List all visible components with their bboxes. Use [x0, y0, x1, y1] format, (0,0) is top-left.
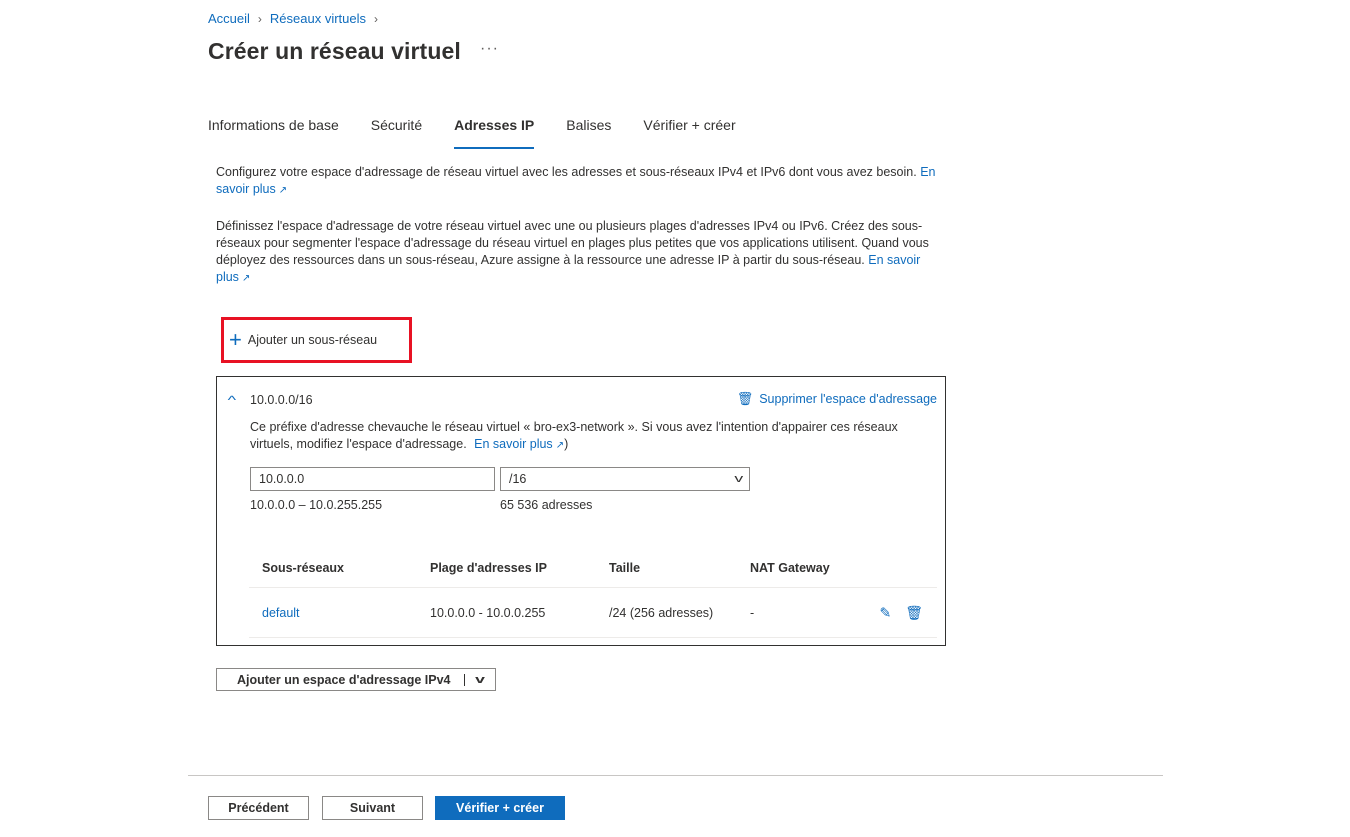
address-range: 10.0.0.0 – 10.0.255.255 [250, 498, 383, 512]
address-space-card: ^ 10.0.0.0/16 🗑 Supprimer l'espace d'adr… [216, 376, 946, 646]
external-link-icon: ↗ [278, 185, 288, 196]
row-actions: ✎ 🗑 [879, 604, 923, 621]
subnet-size: /24 (256 adresses) [609, 605, 714, 620]
trash-icon[interactable]: 🗑 [905, 604, 923, 621]
breadcrumb: Accueil › Réseaux virtuels › [208, 11, 386, 26]
chevron-down-icon[interactable]: v [456, 674, 504, 686]
plus-icon: + [229, 327, 242, 352]
subnet-table: Sous-réseaux Plage d'adresses IP Taille … [249, 549, 937, 638]
ip-address-input[interactable]: 10.0.0.0 [250, 467, 495, 491]
add-subnet-label: Ajouter un sous-réseau [247, 333, 378, 347]
column-header: NAT Gateway [750, 561, 830, 575]
chevron-down-icon: v [733, 473, 743, 485]
address-count: 65 536 adresses [500, 498, 593, 512]
prefix-select[interactable]: /16 v [500, 467, 750, 491]
delete-address-space-button[interactable]: 🗑 Supprimer l'espace d'adressage [737, 391, 937, 407]
address-space-label: 10.0.0.0/16 [250, 393, 313, 407]
tab-ip-addresses[interactable]: Adresses IP [454, 117, 535, 149]
intro-paragraph-2: Définissez l'espace d'adressage de votre… [216, 218, 946, 287]
tab-basics[interactable]: Informations de base [208, 117, 339, 149]
column-header: Sous-réseaux [262, 561, 344, 575]
add-subnet-button[interactable]: + Ajouter un sous-réseau [221, 317, 412, 363]
tab-tags[interactable]: Balises [566, 117, 611, 149]
intro-paragraph-1: Configurez votre espace d'adressage de r… [216, 164, 946, 199]
add-ipv4-label: Ajouter un espace d'adressage IPv4 [237, 672, 451, 687]
edit-pencil-icon[interactable]: ✎ [879, 604, 891, 621]
column-header: Plage d'adresses IP [430, 561, 547, 575]
trash-icon: 🗑 [736, 391, 754, 406]
page-title: Créer un réseau virtuel [208, 38, 461, 64]
more-options-icon[interactable]: ··· [480, 40, 499, 58]
tab-review-create[interactable]: Vérifier + créer [643, 117, 735, 149]
table-row: default 10.0.0.0 - 10.0.0.255 /24 (256 a… [249, 588, 937, 638]
external-link-icon: ↗ [241, 273, 251, 284]
external-link-icon: ↗ [555, 440, 565, 451]
intro-text-1: Configurez votre espace d'adressage de r… [216, 165, 917, 179]
intro-text-2: Définissez l'espace d'adressage de votre… [216, 219, 929, 267]
review-create-button[interactable]: Vérifier + créer [435, 796, 565, 820]
chevron-up-icon[interactable]: ^ [228, 393, 236, 407]
column-header: Taille [609, 561, 641, 575]
chevron-right-icon: › [374, 11, 379, 26]
subnet-range: 10.0.0.0 - 10.0.0.255 [430, 605, 546, 620]
previous-button[interactable]: Précédent [208, 796, 309, 820]
footer-divider [188, 775, 1163, 776]
overlap-warning: Ce préfixe d'adresse chevauche le réseau… [250, 420, 898, 451]
breadcrumb-home-link[interactable]: Accueil [208, 11, 250, 26]
add-ipv4-space-button[interactable]: Ajouter un espace d'adressage IPv4 v [216, 668, 496, 691]
breadcrumb-vnets-link[interactable]: Réseaux virtuels [270, 11, 366, 26]
subnet-name-link[interactable]: default [262, 606, 300, 620]
wizard-tabs: Informations de base Sécurité Adresses I… [208, 117, 768, 149]
learn-more-link[interactable]: En savoir plus ↗ [474, 437, 564, 451]
subnet-nat: - [750, 605, 755, 620]
chevron-right-icon: › [257, 11, 262, 26]
table-header: Sous-réseaux Plage d'adresses IP Taille … [249, 549, 937, 588]
next-button[interactable]: Suivant [322, 796, 423, 820]
tab-security[interactable]: Sécurité [371, 117, 422, 149]
